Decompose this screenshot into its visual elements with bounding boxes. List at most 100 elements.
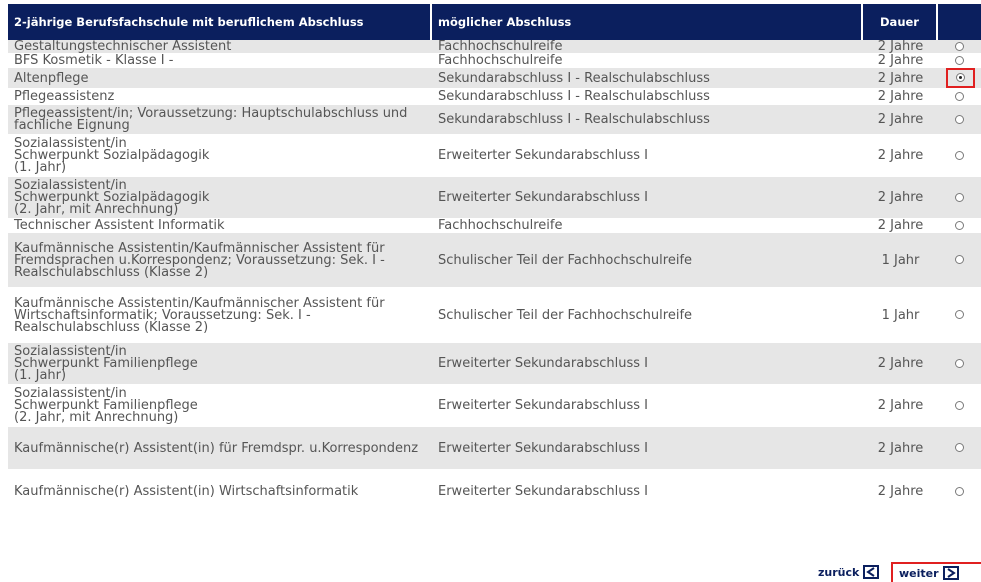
table-row[interactable]: Altenpflege Sekundarabschluss I - Realsch… (8, 68, 981, 89)
table-header-row: 2-jährige Berufsfachschule mit beruflich… (8, 4, 981, 40)
arrow-left-boxed-icon (863, 565, 880, 579)
course-cell: Pflegeassistenz (8, 89, 432, 105)
course-radio[interactable] (955, 114, 964, 124)
select-cell (938, 233, 981, 288)
course-radio[interactable] (955, 443, 964, 452)
table-row[interactable]: Kaufmännische Assistentin/Kaufmännischer… (8, 288, 981, 343)
header-course: 2-jährige Berufsfachschule mit beruflich… (8, 4, 432, 40)
degree-cell: Erweiterter Sekundarabschluss I (432, 343, 863, 385)
radio-wrap (955, 91, 964, 103)
course-selection-table: 2-jährige Berufsfachschule mit beruflich… (8, 4, 981, 514)
header-degree: möglicher Abschluss (432, 4, 863, 40)
select-cell (938, 105, 981, 135)
table-row[interactable]: Sozialassistent/in Schwerpunkt Familienp… (8, 343, 981, 385)
radio-wrap (955, 486, 964, 498)
back-button[interactable]: zurück (818, 562, 880, 582)
course-cell: Kaufmännische Assistentin/Kaufmännischer… (8, 288, 432, 343)
next-label: weiter (899, 566, 939, 580)
table-row[interactable]: Kaufmännische Assistentin/Kaufmännischer… (8, 233, 981, 288)
course-cell: Gestaltungstechnischer Assistent (8, 40, 432, 54)
course-cell: Kaufmännische(r) Assistent(in) für Fremd… (8, 427, 432, 470)
duration-cell: 1 Jahr (863, 288, 938, 343)
course-cell: Kaufmännische Assistentin/Kaufmännischer… (8, 233, 432, 288)
radio-wrap (955, 41, 964, 53)
course-cell: BFS Kosmetik - Klasse I - (8, 54, 432, 68)
course-radio[interactable] (955, 91, 964, 101)
duration-cell: 2 Jahre (863, 427, 938, 470)
next-button[interactable]: weiter (891, 562, 981, 582)
radio-wrap (955, 220, 964, 232)
select-cell (938, 427, 981, 470)
select-cell (938, 89, 981, 105)
course-radio[interactable] (955, 310, 964, 319)
duration-cell: 2 Jahre (863, 68, 938, 89)
table-row[interactable]: Sozialassistent/in Schwerpunkt Sozialpäd… (8, 177, 981, 219)
degree-cell: Sekundarabschluss I - Realschulabschluss (432, 89, 863, 105)
course-cell: Kaufmännische(r) Assistent(in) Wirtschaf… (8, 470, 432, 514)
duration-cell: 1 Jahr (863, 233, 938, 288)
course-radio[interactable] (955, 358, 964, 368)
duration-cell: 2 Jahre (863, 385, 938, 427)
duration-cell: 2 Jahre (863, 470, 938, 514)
course-radio[interactable] (956, 73, 965, 82)
table-row[interactable]: Sozialassistent/in Schwerpunkt Familienp… (8, 385, 981, 427)
radio-wrap (955, 192, 964, 204)
course-radio[interactable] (955, 486, 964, 496)
course-radio[interactable] (955, 220, 964, 230)
course-radio[interactable] (955, 255, 964, 264)
degree-cell: Erweiterter Sekundarabschluss I (432, 177, 863, 219)
select-cell (938, 177, 981, 219)
table-row[interactable]: Kaufmännische(r) Assistent(in) für Fremd… (8, 427, 981, 470)
course-radio[interactable] (955, 192, 964, 202)
back-label: zurück (818, 565, 860, 579)
duration-cell: 2 Jahre (863, 105, 938, 135)
header-select (938, 4, 981, 40)
select-cell (938, 135, 981, 177)
degree-cell: Sekundarabschluss I - Realschulabschluss (432, 68, 863, 89)
table-row[interactable]: Technischer Assistent Informatik Fachhoch… (8, 219, 981, 233)
course-cell: Sozialassistent/in Schwerpunkt Sozialpäd… (8, 177, 432, 219)
select-cell (938, 343, 981, 385)
course-radio[interactable] (955, 150, 964, 160)
select-cell (938, 288, 981, 343)
course-cell: Sozialassistent/in Schwerpunkt Familienp… (8, 343, 432, 385)
select-cell (938, 470, 981, 514)
table-row[interactable]: Sozialassistent/in Schwerpunkt Sozialpäd… (8, 135, 981, 177)
degree-cell: Fachhochschulreife (432, 40, 863, 54)
duration-cell: 2 Jahre (863, 54, 938, 68)
degree-cell: Schulischer Teil der Fachhochschulreife (432, 233, 863, 288)
course-cell: Sozialassistent/in Schwerpunkt Familienp… (8, 385, 432, 427)
degree-cell: Fachhochschulreife (432, 219, 863, 233)
table-row[interactable]: BFS Kosmetik - Klasse I - Fachhochschulre… (8, 54, 981, 68)
table-row[interactable]: Pflegeassistenz Sekundarabschluss I - Rea… (8, 89, 981, 105)
degree-cell: Erweiterter Sekundarabschluss I (432, 427, 863, 470)
radio-wrap (955, 254, 964, 266)
select-cell (938, 219, 981, 233)
duration-cell: 2 Jahre (863, 89, 938, 105)
radio-wrap (955, 309, 964, 321)
table-row[interactable]: Gestaltungstechnischer Assistent Fachhoch… (8, 40, 981, 54)
degree-cell: Fachhochschulreife (432, 54, 863, 68)
course-radio[interactable] (955, 55, 964, 65)
course-cell: Pflegeassistent/in; Voraussetzung: Haupt… (8, 105, 432, 135)
duration-cell: 2 Jahre (863, 40, 938, 54)
degree-cell: Sekundarabschluss I - Realschulabschluss (432, 105, 863, 135)
radio-wrap (955, 55, 964, 67)
duration-cell: 2 Jahre (863, 177, 938, 219)
radio-wrap (955, 114, 964, 126)
table-row[interactable]: Kaufmännische(r) Assistent(in) Wirtschaf… (8, 470, 981, 514)
duration-cell: 2 Jahre (863, 135, 938, 177)
arrow-right-boxed-icon (942, 566, 959, 580)
course-radio[interactable] (955, 41, 964, 51)
duration-cell: 2 Jahre (863, 343, 938, 385)
course-cell: Sozialassistent/in Schwerpunkt Sozialpäd… (8, 135, 432, 177)
radio-wrap (955, 358, 964, 370)
table-row[interactable]: Pflegeassistent/in; Voraussetzung: Haupt… (8, 105, 981, 135)
duration-cell: 2 Jahre (863, 219, 938, 233)
course-radio[interactable] (955, 400, 964, 410)
select-cell (938, 68, 981, 89)
degree-cell: Erweiterter Sekundarabschluss I (432, 470, 863, 514)
header-duration: Dauer (863, 4, 938, 40)
radio-wrap (955, 150, 964, 162)
select-cell (938, 385, 981, 427)
